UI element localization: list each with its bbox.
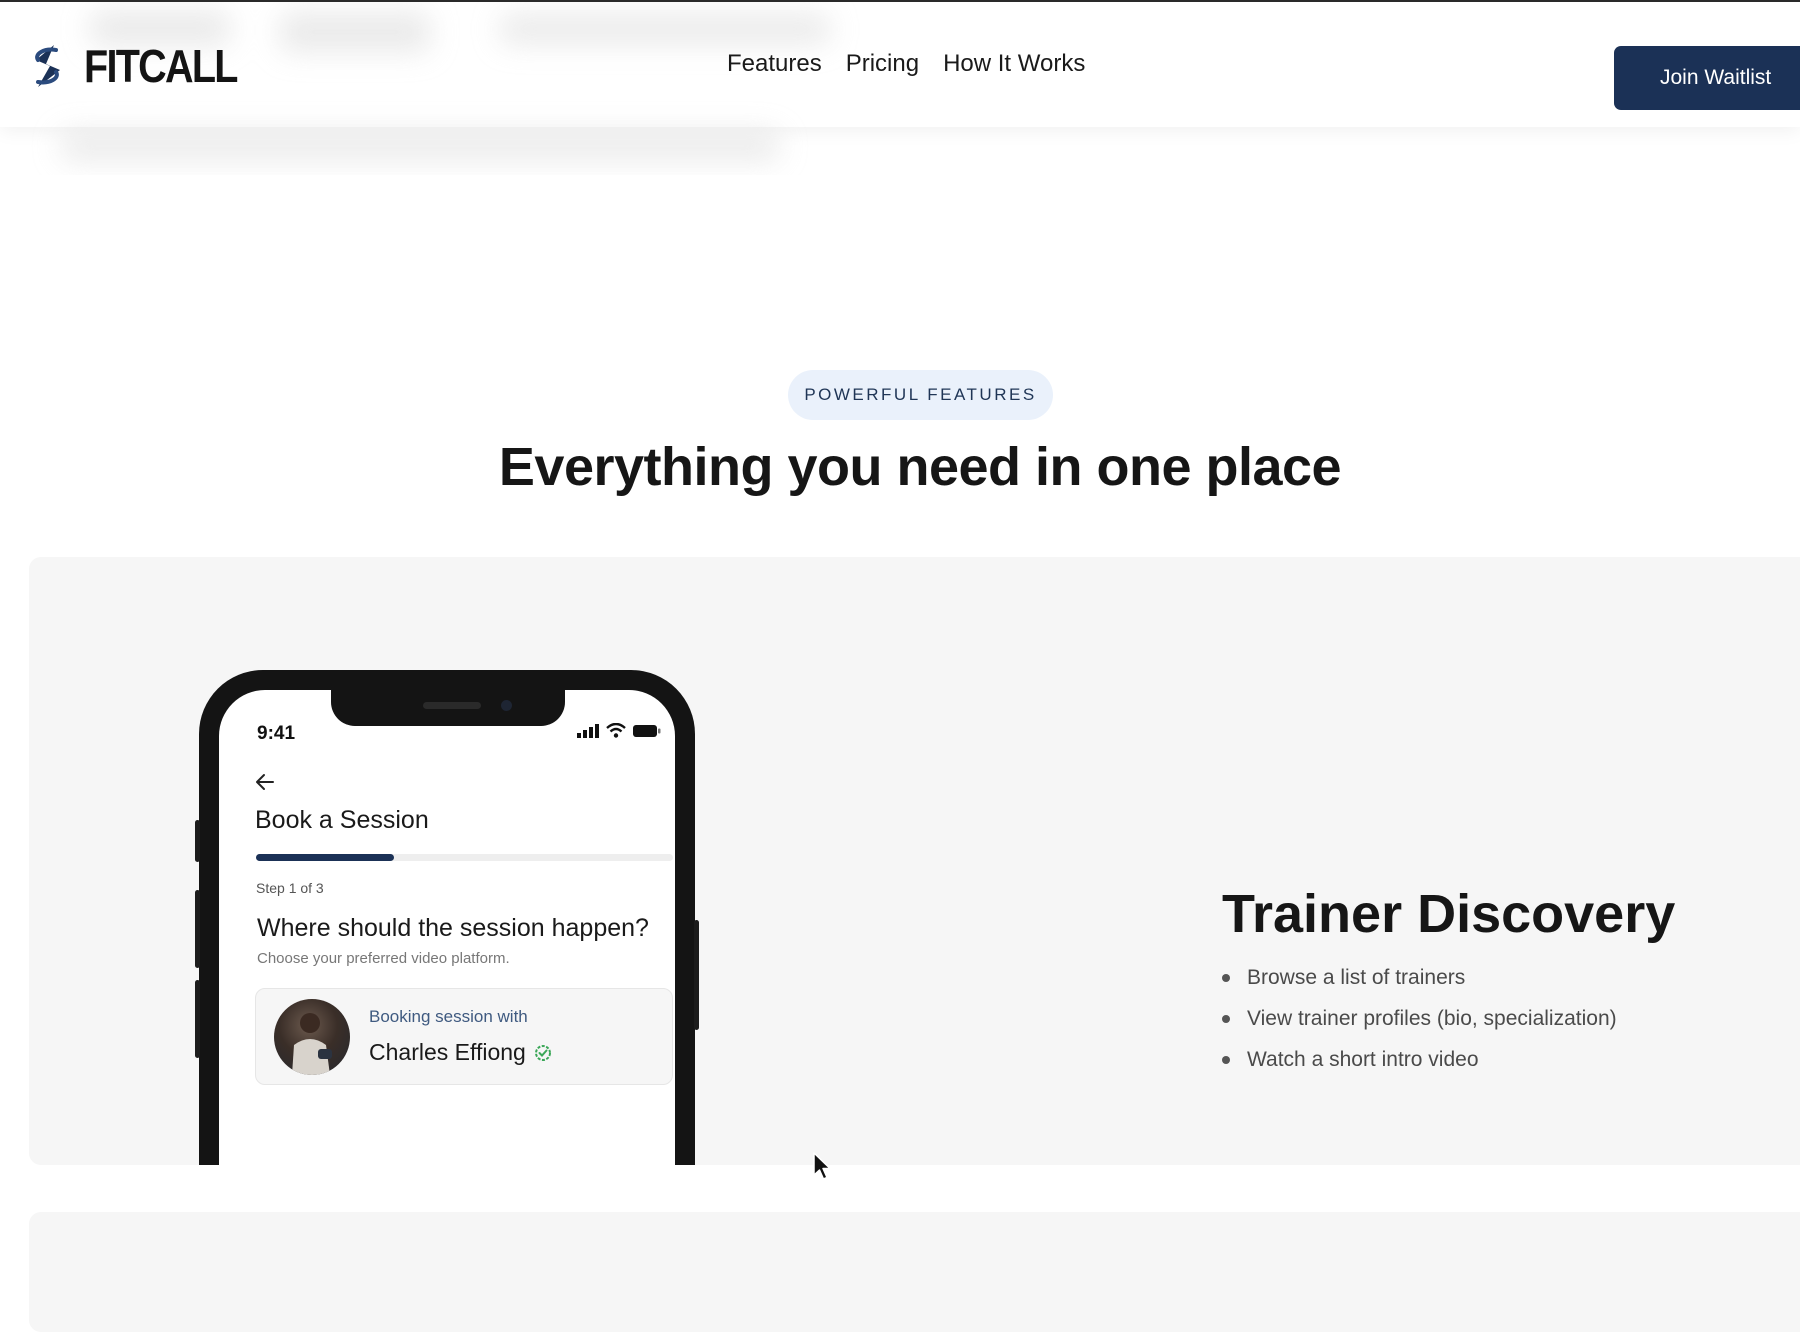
status-icons [577,723,661,738]
session-question-subtitle: Choose your preferred video platform. [257,950,510,967]
status-time: 9:41 [257,723,296,744]
step-indicator: Step 1 of 3 [256,880,324,896]
session-question: Where should the session happen? [257,914,649,942]
feature-bullet-list: Browse a list of trainers View trainer p… [1222,957,1617,1080]
trainer-avatar [274,999,350,1075]
back-arrow-icon[interactable] [253,770,277,794]
feature-bullet-text: Watch a short intro video [1247,1047,1479,1071]
cursor-icon [813,1152,831,1180]
bullet-dot [1222,973,1230,982]
signal-icon [577,724,599,738]
feature-bullet: Browse a list of trainers [1222,957,1617,998]
logo-icon [35,45,60,87]
next-feature-card [29,1212,1800,1332]
feature-card-trainer-discovery: 9:41 Book a Session Step 1 of 3 Where sh… [29,557,1800,1165]
phone-mockup: 9:41 Book a Session Step 1 of 3 Where sh… [195,670,699,1165]
section-badge: POWERFUL FEATURES [788,370,1053,420]
booking-progress-fill [256,854,394,861]
wifi-icon [606,723,626,738]
phone-side-button [195,820,200,862]
verified-icon [534,1044,551,1061]
section-headline: Everything you need in one place [498,437,1342,497]
phone-side-button [195,890,200,968]
blurred-background-shapes [60,10,830,160]
booking-progress-bar [256,854,673,861]
nav-link-features[interactable]: Features [727,50,822,78]
phone-notch [331,690,565,726]
screen-title: Book a Session [255,806,429,834]
nav-link-pricing[interactable]: Pricing [846,50,919,78]
booking-trainer-card[interactable]: Booking session with Charles Effiong [255,988,673,1085]
join-waitlist-button[interactable]: Join Waitlist [1614,46,1800,110]
phone-camera [501,700,512,711]
phone-side-button [195,980,200,1058]
booking-label: Booking session with [369,1007,528,1026]
feature-title: Trainer Discovery [1222,884,1676,944]
bullet-dot [1222,1014,1230,1023]
brand-logo[interactable]: FITCALL [26,42,262,90]
feature-bullet-text: Browse a list of trainers [1247,965,1466,989]
bullet-dot [1222,1055,1230,1064]
brand-name: FITCALL [84,40,238,92]
nav-link-how-it-works[interactable]: How It Works [943,50,1085,78]
feature-bullet: Watch a short intro video [1222,1039,1617,1080]
phone-screen: 9:41 Book a Session Step 1 of 3 Where sh… [219,690,675,1165]
site-header: FITCALL Features Pricing How It Works Jo… [0,2,1800,160]
trainer-name-row: Charles Effiong [369,1039,552,1066]
feature-bullet-text: View trainer profiles (bio, specializati… [1247,1006,1617,1030]
phone-speaker [423,702,481,709]
feature-bullet: View trainer profiles (bio, specializati… [1222,998,1617,1039]
phone-side-button [694,920,699,1030]
main-nav: Features Pricing How It Works [727,50,1085,78]
trainer-name: Charles Effiong [369,1039,526,1065]
battery-icon [633,725,661,737]
